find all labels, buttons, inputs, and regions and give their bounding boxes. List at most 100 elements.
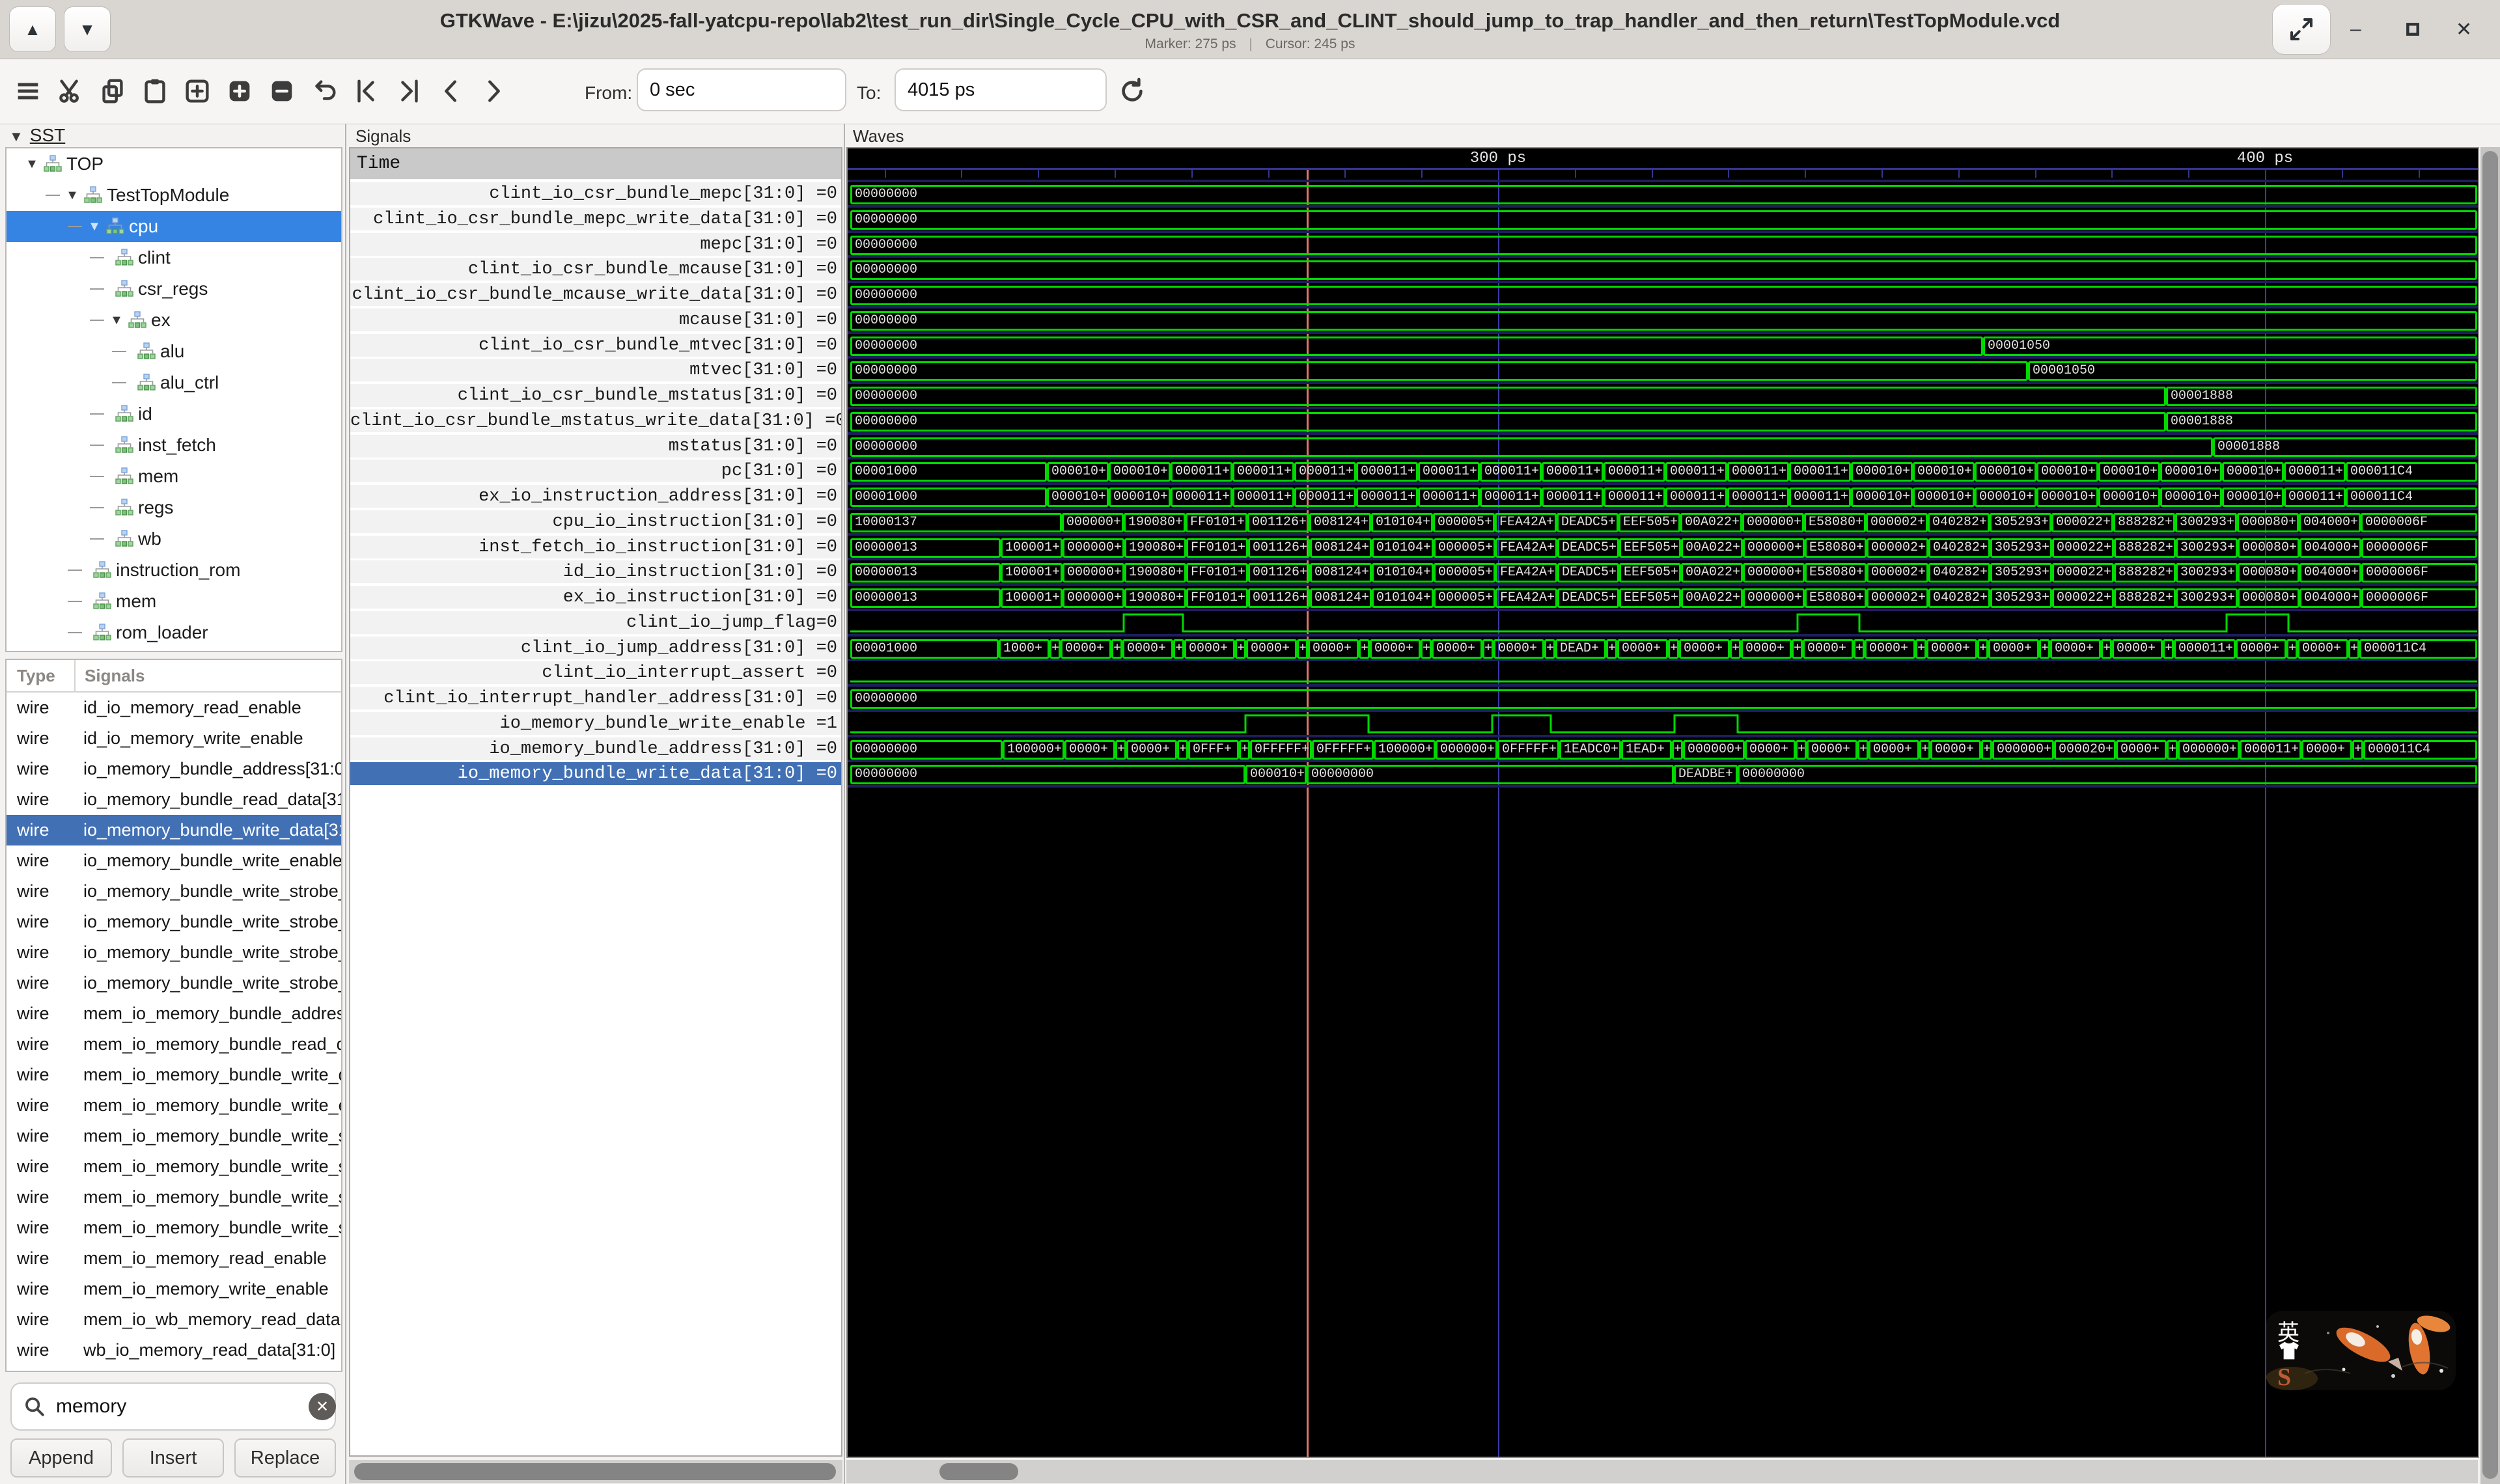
zoom-undo-button[interactable] [308,75,340,107]
zoom-fit-button[interactable] [181,75,214,107]
wave-row[interactable]: 00000000 [850,233,2477,258]
fullscreen-button[interactable] [2272,0,2331,59]
waves-vscrollbar-thumb[interactable] [2482,151,2498,1479]
signal-name-row[interactable]: mcause[31:0] =0 [350,309,841,333]
signal-list-row[interactable]: wireio_memory_bundle_write_strobe_0 [7,876,341,907]
signal-list-row[interactable]: wiremem_io_memory_bundle_write_strobe_2 [7,1182,341,1213]
signal-list-row[interactable]: wiremem_io_wb_memory_read_data[31:0] [7,1304,341,1335]
zoom-out-button[interactable] [266,75,298,107]
wave-row[interactable]: 00000013100001+000000+190080+FF0101+0011… [850,586,2477,611]
wave-row[interactable] [850,661,2477,686]
signal-list-row[interactable]: wiremem_io_memory_bundle_read_data[31:0] [7,1029,341,1060]
wave-row[interactable]: 0000000000001050 [850,334,2477,359]
tree-node-inst_fetch[interactable]: inst_fetch [7,430,341,461]
sst-header[interactable]: ▼SST [9,125,65,146]
signal-name-row[interactable]: clint_io_csr_bundle_mcause_write_data[31… [350,283,841,307]
signal-name-row[interactable]: io_memory_bundle_address[31:0] =0 [350,737,841,762]
tree-node-id[interactable]: id [7,398,341,430]
wave-row[interactable]: 0000000000001888 [850,435,2477,460]
skin-tshirt-icon[interactable] [2276,1340,2302,1362]
wave-row[interactable]: 0000000000001050 [850,359,2477,383]
signal-list-row[interactable]: wiremem_io_memory_bundle_write_strobe_1 [7,1151,341,1182]
tree-node-TestTopModule[interactable]: ▼ TestTopModule [7,180,341,211]
wave-row[interactable] [850,712,2477,737]
wave-row[interactable]: 00001000000010+000010+000011+000011+0000… [850,485,2477,510]
signal-name-row[interactable]: clint_io_interrupt_handler_address[31:0]… [350,687,841,711]
reload-button[interactable] [1116,75,1148,107]
copy-button[interactable] [96,75,129,107]
signal-list-row[interactable]: wiremem_io_memory_bundle_write_strobe_3 [7,1213,341,1243]
signal-list-row[interactable]: wiremem_io_memory_bundle_write_enable [7,1090,341,1121]
signal-name-row[interactable]: mepc[31:0] =0 [350,233,841,257]
signal-name-row[interactable]: ex_io_instruction[31:0] =0 [350,586,841,610]
wave-row[interactable]: 00000013100001+000000+190080+FF0101+0011… [850,536,2477,560]
tree-node-wb[interactable]: wb [7,523,341,555]
expander-icon[interactable]: ▼ [64,188,81,203]
wave-row[interactable]: 00000000100000+0000++0000++0FFF++0FFFFF+… [850,737,2477,762]
wave-row[interactable]: 0000000000001888 [850,409,2477,434]
time-header[interactable]: Time [350,148,841,179]
wave-row[interactable]: 00000000 [850,687,2477,711]
insert-button[interactable]: Insert [122,1438,224,1477]
expander-icon[interactable]: ▼ [86,219,103,234]
signal-list-row[interactable]: wiremem_io_memory_bundle_write_data[31:0… [7,1060,341,1090]
expander-icon[interactable]: ▼ [23,157,40,172]
signal-name-row[interactable]: clint_io_csr_bundle_mcause[31:0] =0 [350,258,841,282]
tree-node-instruction_rom[interactable]: instruction_rom [7,555,341,586]
signal-list-row[interactable]: wireio_memory_bundle_write_strobe_1 [7,907,341,937]
wave-row[interactable]: 00000000 [850,258,2477,282]
signal-name-row[interactable]: pc[31:0] =0 [350,460,841,484]
to-end-button[interactable] [393,75,425,107]
signal-list-row[interactable]: wireio_memory_bundle_write_enable [7,845,341,876]
tree-node-mem[interactable]: mem [7,586,341,617]
to-start-button[interactable] [350,75,383,107]
signal-list-row[interactable]: wireio_memory_bundle_address[31:0] [7,754,341,784]
tree-node-cpu[interactable]: ▼ cpu [7,211,341,242]
signal-name-row[interactable]: id_io_instruction[31:0] =0 [350,560,841,584]
signal-name-row[interactable]: clint_io_csr_bundle_mstatus_write_data[3… [350,409,841,433]
waves-canvas[interactable]: 300 ps400 ps0000000000000000000000000000… [846,147,2479,1458]
signal-name-row[interactable]: clint_io_jump_address[31:0] =0 [350,637,841,661]
wave-row[interactable]: 00000000 [850,309,2477,333]
signal-list-row[interactable]: wiremem_io_memory_read_enable [7,1243,341,1274]
wave-row[interactable]: 00000000 [850,208,2477,232]
paste-button[interactable] [139,75,171,107]
wave-row[interactable]: 0000000000001888 [850,384,2477,409]
shift-left-button[interactable] [435,75,467,107]
wave-row[interactable]: 10000137000000+190080+FF0101+001126+0081… [850,510,2477,535]
to-input[interactable] [895,68,1107,111]
signals-hscrollbar-thumb[interactable] [354,1463,836,1480]
search-input[interactable] [55,1395,309,1418]
signal-name-row[interactable]: clint_io_csr_bundle_mepc_write_data[31:0… [350,208,841,232]
shift-right-button[interactable] [477,75,510,107]
wave-row[interactable]: 00000000 [850,283,2477,308]
append-button[interactable]: Append [10,1438,112,1477]
signal-name-row[interactable]: io_memory_bundle_write_data[31:0] =0 [350,762,841,786]
wave-row[interactable]: 00000000 [850,182,2477,207]
signal-name-row[interactable]: ex_io_instruction_address[31:0] =0 [350,485,841,509]
wave-row[interactable]: 00001000000010+000010+000011+000011+0000… [850,460,2477,484]
cut-button[interactable] [54,75,87,107]
maximize-button[interactable] [2406,0,2445,59]
signal-name-row[interactable]: clint_io_csr_bundle_mepc[31:0] =0 [350,182,841,206]
ime-overlay-widget[interactable]: 英 S [2266,1311,2456,1390]
signal-list-row[interactable]: wireio_memory_bundle_write_data[31:0] [7,815,341,845]
signal-list-row[interactable]: wirewb_io_memory_read_data[31:0] [7,1335,341,1366]
close-button[interactable]: ✕ [2456,0,2495,59]
signal-name-row[interactable]: clint_io_interrupt_assert =0 [350,661,841,685]
tree-node-ex[interactable]: ▼ ex [7,305,341,336]
from-input[interactable] [637,68,846,111]
signal-list-row[interactable]: wireio_memory_bundle_read_data[31:0] [7,784,341,815]
replace-button[interactable]: Replace [234,1438,336,1477]
signal-list-row[interactable]: wireid_io_memory_write_enable [7,723,341,754]
wave-row[interactable]: 00000000000010+00000000DEADBE+00000000 [850,762,2477,787]
tree-node-rom_loader[interactable]: rom_loader [7,617,341,648]
zoom-in-button[interactable] [223,75,256,107]
minimize-button[interactable]: – [2350,0,2389,59]
expander-icon[interactable]: ▼ [108,313,125,328]
tree-node-regs[interactable]: regs [7,492,341,523]
signal-list-row[interactable]: wiremem_io_memory_write_enable [7,1274,341,1304]
signal-name-row[interactable]: clint_io_csr_bundle_mstatus[31:0] =0 [350,384,841,408]
tree-node-mem[interactable]: mem [7,461,341,492]
signal-name-row[interactable]: clint_io_csr_bundle_mtvec[31:0] =0 [350,334,841,358]
